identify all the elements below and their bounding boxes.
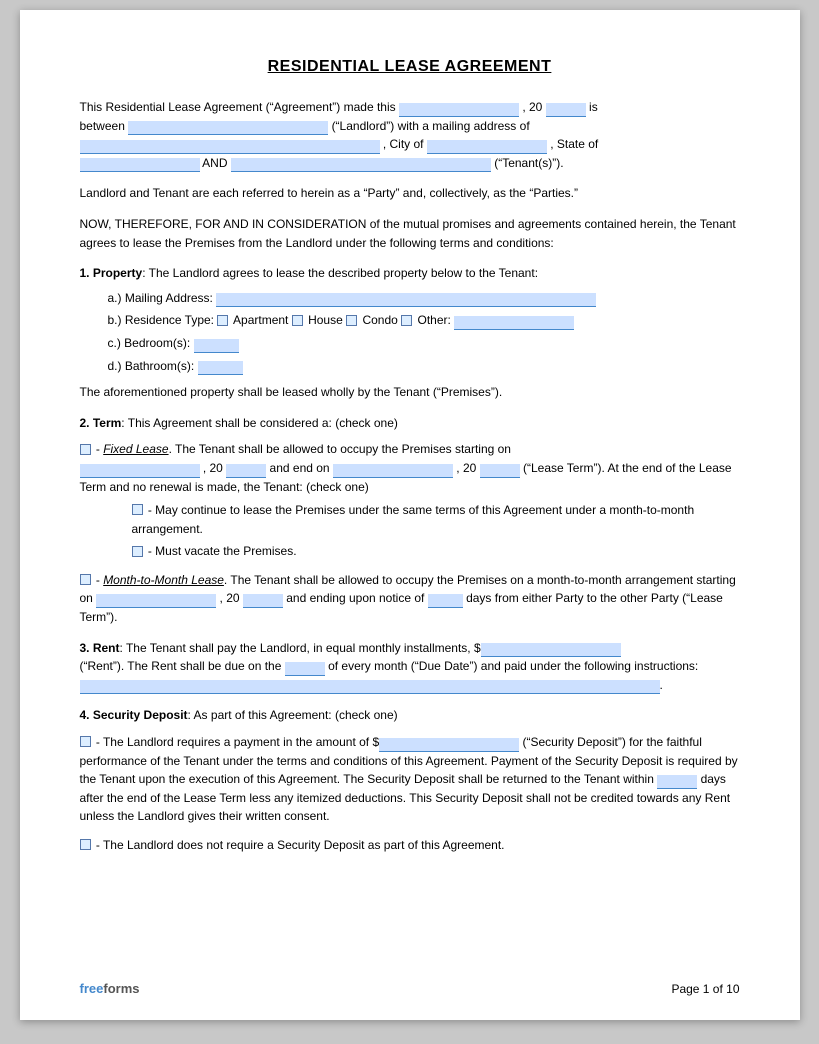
year-field[interactable]: [546, 103, 586, 117]
fixed-end-year[interactable]: [480, 464, 520, 478]
section2-heading: 2. Term: [80, 416, 122, 430]
vacate-checkbox[interactable]: [132, 546, 143, 557]
month-lease-label: Month-to-Month Lease: [103, 573, 224, 587]
intro-state: , State of: [550, 137, 598, 151]
house-label: House: [308, 313, 346, 327]
bathrooms-input[interactable]: [198, 361, 243, 375]
section3: 3. Rent: The Tenant shall pay the Landlo…: [80, 639, 740, 695]
page-number: Page 1 of 10: [671, 982, 739, 996]
section3-period: .: [660, 678, 663, 692]
security-deposit-amount-field[interactable]: [379, 738, 519, 752]
fixed-and-end: and end on: [270, 461, 330, 475]
section4-option1: - The Landlord requires a payment in the…: [80, 733, 740, 826]
mailing-address-input[interactable]: [216, 293, 596, 307]
state-field[interactable]: [80, 158, 200, 172]
notice-days-field[interactable]: [428, 594, 463, 608]
section4-opt1-pre: - The Landlord requires a payment in the…: [96, 735, 379, 749]
security-deposit-days-field[interactable]: [657, 775, 697, 789]
consideration-text: NOW, THEREFORE, FOR AND IN CONSIDERATION…: [80, 215, 740, 252]
intro-20: , 20: [522, 100, 542, 114]
section4-option2: - The Landlord does not require a Securi…: [80, 836, 740, 855]
month-20: , 20: [220, 591, 240, 605]
intro-tenant-label: (“Tenant(s)”).: [494, 156, 563, 170]
section3-text: : The Tenant shall pay the Landlord, in …: [120, 641, 481, 655]
section2-fixed: - Fixed Lease. The Tenant shall be allow…: [80, 440, 740, 561]
section2-sub2: - Must vacate the Premises.: [132, 542, 740, 561]
section1-heading: 1. Property: [80, 266, 143, 280]
section1-c-label: c.) Bedroom(s):: [108, 336, 191, 350]
intro-landlord-label: (“Landlord”) with a mailing address of: [332, 119, 530, 133]
section1-footer: The aforementioned property shall be lea…: [80, 383, 740, 402]
section4-opt2: - The Landlord does not require a Securi…: [96, 838, 505, 852]
section3-text2: (“Rent”). The Rent shall be due on the: [80, 659, 282, 673]
city-field[interactable]: [427, 140, 547, 154]
other-checkbox[interactable]: [401, 315, 412, 326]
no-security-deposit-checkbox[interactable]: [80, 839, 91, 850]
tenant-name-field[interactable]: [231, 158, 491, 172]
brand-free: free: [80, 981, 104, 996]
section1-items: a.) Mailing Address: b.) Residence Type:…: [108, 289, 740, 375]
section1-a: a.) Mailing Address:: [108, 289, 740, 308]
section1-d-label: d.) Bathroom(s):: [108, 359, 195, 373]
section2-text: : This Agreement shall be considered a: …: [121, 416, 398, 430]
date-field[interactable]: [399, 103, 519, 117]
section1-d: d.) Bathroom(s):: [108, 357, 740, 376]
section1: 1. Property: The Landlord agrees to leas…: [80, 264, 740, 402]
document-page: RESIDENTIAL LEASE AGREEMENT This Residen…: [20, 10, 800, 1020]
condo-checkbox[interactable]: [346, 315, 357, 326]
section3-text3: of every month (“Due Date”) and paid und…: [328, 659, 698, 673]
section1-b-label: b.) Residence Type:: [108, 313, 215, 327]
continue-lease-text: - May continue to lease the Premises und…: [132, 503, 695, 536]
document-title: RESIDENTIAL LEASE AGREEMENT: [80, 58, 740, 76]
vacate-text: - Must vacate the Premises.: [148, 544, 297, 558]
section2-sub1: - May continue to lease the Premises und…: [132, 501, 740, 538]
fixed-20-1: , 20: [203, 461, 223, 475]
other-input[interactable]: [454, 316, 574, 330]
fixed-text: . The Tenant shall be allowed to occupy …: [169, 442, 511, 456]
section2-month: - Month-to-Month Lease. The Tenant shall…: [80, 571, 740, 627]
section1-text: : The Landlord agrees to lease the descr…: [142, 266, 538, 280]
parties-note: Landlord and Tenant are each referred to…: [80, 184, 740, 203]
rent-amount-field[interactable]: [481, 643, 621, 657]
month-start-year[interactable]: [243, 594, 283, 608]
landlord-name-field[interactable]: [128, 121, 328, 135]
intro-and: AND: [202, 156, 227, 170]
intro-between: between: [80, 119, 125, 133]
condo-label: Condo: [362, 313, 401, 327]
intro-line1-pre: This Residential Lease Agreement (“Agree…: [80, 100, 396, 114]
intro-city-pre: , City of: [383, 137, 424, 151]
bedrooms-input[interactable]: [194, 339, 239, 353]
intro-is: is: [589, 100, 598, 114]
fixed-end-date[interactable]: [333, 464, 453, 478]
section4-text: : As part of this Agreement: (check one): [188, 708, 398, 722]
other-label: Other:: [418, 313, 455, 327]
fixed-20-2: , 20: [456, 461, 476, 475]
fixed-lease-label: Fixed Lease: [103, 442, 168, 456]
freeforms-branding: freeforms: [80, 981, 140, 996]
fixed-start-year[interactable]: [226, 464, 266, 478]
apartment-checkbox[interactable]: [217, 315, 228, 326]
fixed-lease-checkbox[interactable]: [80, 444, 91, 455]
section4: 4. Security Deposit: As part of this Agr…: [80, 706, 740, 854]
security-deposit-required-checkbox[interactable]: [80, 736, 91, 747]
intro-paragraph: This Residential Lease Agreement (“Agree…: [80, 98, 740, 172]
month-lease-checkbox[interactable]: [80, 574, 91, 585]
section2: 2. Term: This Agreement shall be conside…: [80, 414, 740, 627]
due-date-field[interactable]: [285, 662, 325, 676]
section3-heading: 3. Rent: [80, 641, 120, 655]
continue-lease-checkbox[interactable]: [132, 504, 143, 515]
month-ending: and ending upon notice of: [286, 591, 424, 605]
section2-sub-options: - May continue to lease the Premises und…: [132, 501, 740, 561]
brand-forms: forms: [103, 981, 139, 996]
section1-b: b.) Residence Type: Apartment House Cond…: [108, 311, 740, 330]
section1-c: c.) Bedroom(s):: [108, 334, 740, 353]
house-checkbox[interactable]: [292, 315, 303, 326]
mailing-address-field[interactable]: [80, 140, 380, 154]
section1-a-label: a.) Mailing Address:: [108, 291, 213, 305]
section4-heading: 4. Security Deposit: [80, 708, 188, 722]
apartment-label: Apartment: [233, 313, 292, 327]
fixed-start-date[interactable]: [80, 464, 200, 478]
month-start-date[interactable]: [96, 594, 216, 608]
payment-instructions-field[interactable]: [80, 680, 660, 694]
